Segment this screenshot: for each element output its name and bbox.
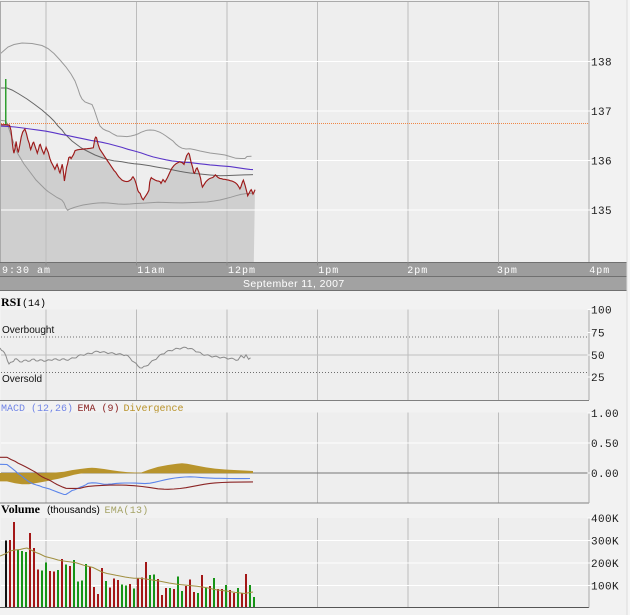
svg-text:4pm: 4pm — [589, 266, 610, 277]
svg-text:135: 135 — [591, 206, 612, 218]
svg-text:(thousands): (thousands) — [47, 505, 100, 516]
svg-text:0.50: 0.50 — [591, 439, 619, 451]
svg-text:0.00: 0.00 — [591, 469, 619, 481]
svg-text:300K: 300K — [591, 537, 619, 549]
svg-text:75: 75 — [591, 328, 605, 340]
svg-text:100K: 100K — [591, 582, 619, 594]
svg-text:September 11, 2007: September 11, 2007 — [243, 278, 345, 290]
svg-text:Volume: Volume — [1, 502, 41, 516]
svg-text:100: 100 — [591, 306, 612, 318]
svg-text:Oversold: Oversold — [2, 374, 42, 385]
svg-text:EMA(13): EMA(13) — [105, 505, 149, 517]
svg-text:12pm: 12pm — [228, 266, 256, 277]
svg-text:50: 50 — [591, 351, 605, 363]
svg-text:1pm: 1pm — [318, 266, 339, 277]
svg-text:9:30 am: 9:30 am — [2, 266, 51, 277]
svg-text:136: 136 — [591, 157, 612, 169]
svg-text:2pm: 2pm — [407, 266, 428, 277]
svg-text:1.00: 1.00 — [591, 409, 619, 421]
svg-text:(14): (14) — [22, 298, 46, 310]
svg-text:Overbought: Overbought — [2, 325, 54, 336]
svg-text:137: 137 — [591, 107, 612, 119]
svg-text:3pm: 3pm — [497, 266, 518, 277]
svg-text:11am: 11am — [137, 266, 165, 277]
svg-text:RSI: RSI — [1, 295, 21, 309]
svg-text:138: 138 — [591, 58, 612, 70]
svg-text:200K: 200K — [591, 559, 619, 571]
svg-text:400K: 400K — [591, 514, 619, 526]
svg-text:25: 25 — [591, 373, 605, 385]
